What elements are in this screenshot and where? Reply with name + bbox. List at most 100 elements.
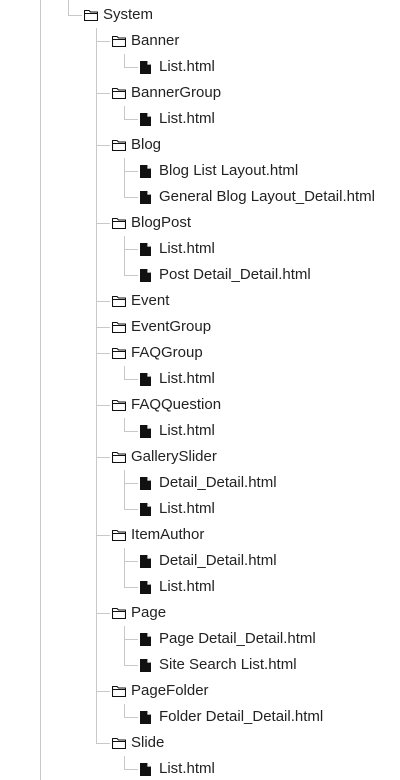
tree-guide-line bbox=[124, 626, 125, 666]
tree-guide-line bbox=[124, 561, 138, 562]
tree-file-label: Detail_Detail.html bbox=[159, 474, 277, 491]
tree-folder-label: Event bbox=[131, 292, 170, 309]
tree-file[interactable]: Detail_Detail.html bbox=[140, 470, 277, 496]
folder-icon bbox=[112, 295, 127, 308]
tree-folder[interactable]: BlogPost bbox=[112, 210, 191, 236]
tree-guide-line bbox=[68, 15, 82, 16]
tree-guide-line bbox=[40, 0, 41, 780]
file-icon bbox=[140, 372, 155, 386]
file-icon bbox=[140, 658, 155, 672]
tree-file-label: List.html bbox=[159, 422, 215, 439]
tree-guide-line bbox=[124, 379, 138, 380]
folder-icon bbox=[112, 347, 127, 360]
tree-file[interactable]: List.html bbox=[140, 418, 215, 444]
tree-file[interactable]: List.html bbox=[140, 756, 215, 780]
tree-folder-label: FAQQuestion bbox=[131, 396, 222, 413]
folder-icon bbox=[112, 139, 127, 152]
tree-guide-line bbox=[96, 41, 110, 42]
tree-folder[interactable]: PageFolder bbox=[112, 678, 209, 704]
file-icon bbox=[140, 762, 155, 776]
tree-guide-line bbox=[124, 704, 125, 718]
tree-file-label: Folder Detail_Detail.html bbox=[159, 708, 324, 725]
file-tree: System Banner List.html BannerGroup List.ht… bbox=[0, 0, 400, 780]
tree-file-label: List.html bbox=[159, 760, 215, 777]
tree-file[interactable]: List.html bbox=[140, 54, 215, 80]
folder-icon bbox=[112, 607, 127, 620]
tree-folder[interactable]: BannerGroup bbox=[112, 80, 221, 106]
tree-folder-label: Page bbox=[131, 604, 167, 621]
tree-guide-line bbox=[124, 366, 125, 380]
file-icon bbox=[140, 632, 155, 646]
file-icon bbox=[140, 476, 155, 490]
tree-guide-line bbox=[96, 613, 110, 614]
tree-guide-line bbox=[96, 301, 110, 302]
tree-guide-line bbox=[124, 67, 138, 68]
tree-guide-line bbox=[124, 249, 138, 250]
tree-folder[interactable]: FAQQuestion bbox=[112, 392, 221, 418]
tree-file-label: List.html bbox=[159, 110, 215, 127]
folder-icon bbox=[112, 321, 127, 334]
tree-guide-line bbox=[124, 639, 138, 640]
tree-file[interactable]: List.html bbox=[140, 236, 215, 262]
tree-file[interactable]: General Blog Layout_Detail.html bbox=[140, 184, 375, 210]
tree-file-label: Page Detail_Detail.html bbox=[159, 630, 316, 647]
tree-guide-line bbox=[124, 418, 125, 432]
tree-file[interactable]: Post Detail_Detail.html bbox=[140, 262, 311, 288]
tree-file[interactable]: Blog List Layout.html bbox=[140, 158, 298, 184]
tree-file-label: General Blog Layout_Detail.html bbox=[159, 188, 375, 205]
tree-guide-line bbox=[124, 119, 138, 120]
file-icon bbox=[140, 710, 155, 724]
tree-file-label: Detail_Detail.html bbox=[159, 552, 277, 569]
tree-root-folder[interactable]: System bbox=[84, 2, 153, 28]
tree-guide-line bbox=[124, 665, 138, 666]
tree-guide-line bbox=[124, 483, 138, 484]
tree-guide-line bbox=[124, 756, 125, 770]
file-icon bbox=[140, 112, 155, 126]
tree-folder[interactable]: Event bbox=[112, 288, 169, 314]
tree-guide-line bbox=[96, 327, 110, 328]
folder-icon bbox=[112, 451, 127, 464]
tree-file[interactable]: List.html bbox=[140, 106, 215, 132]
tree-folder[interactable]: Page bbox=[112, 600, 166, 626]
folder-icon bbox=[112, 35, 127, 48]
tree-guide-line bbox=[68, 0, 69, 16]
tree-folder-label: BlogPost bbox=[131, 214, 192, 231]
folder-icon bbox=[112, 529, 127, 542]
tree-guide-line bbox=[124, 197, 138, 198]
file-icon bbox=[140, 554, 155, 568]
tree-guide-line bbox=[124, 769, 138, 770]
file-icon bbox=[140, 502, 155, 516]
tree-folder-label: FAQGroup bbox=[131, 344, 203, 361]
tree-folder[interactable]: Blog bbox=[112, 132, 161, 158]
tree-file[interactable]: Site Search List.html bbox=[140, 652, 297, 678]
tree-folder[interactable]: EventGroup bbox=[112, 314, 211, 340]
tree-guide-line bbox=[124, 158, 125, 198]
tree-folder[interactable]: GallerySlider bbox=[112, 444, 217, 470]
tree-file-label: Blog List Layout.html bbox=[159, 162, 299, 179]
tree-guide-line bbox=[96, 743, 110, 744]
tree-file[interactable]: List.html bbox=[140, 496, 215, 522]
tree-guide-line bbox=[96, 145, 110, 146]
tree-file[interactable]: Folder Detail_Detail.html bbox=[140, 704, 323, 730]
folder-icon bbox=[112, 217, 127, 230]
tree-guide-line bbox=[124, 54, 125, 68]
tree-file[interactable]: List.html bbox=[140, 574, 215, 600]
file-icon bbox=[140, 164, 155, 178]
tree-file-label: List.html bbox=[159, 58, 215, 75]
tree-guide-line bbox=[124, 275, 138, 276]
tree-file[interactable]: List.html bbox=[140, 366, 215, 392]
file-icon bbox=[140, 242, 155, 256]
tree-file[interactable]: Detail_Detail.html bbox=[140, 548, 277, 574]
tree-guide-line bbox=[96, 223, 110, 224]
tree-folder-label: Slide bbox=[131, 734, 165, 751]
tree-folder[interactable]: Banner bbox=[112, 28, 179, 54]
tree-guide-line bbox=[124, 236, 125, 276]
tree-guide-line bbox=[96, 353, 110, 354]
tree-guide-line bbox=[96, 691, 110, 692]
tree-folder[interactable]: FAQGroup bbox=[112, 340, 203, 366]
tree-folder[interactable]: Slide bbox=[112, 730, 164, 756]
tree-file[interactable]: Page Detail_Detail.html bbox=[140, 626, 316, 652]
tree-file-label: List.html bbox=[159, 370, 215, 387]
folder-icon bbox=[112, 685, 127, 698]
tree-folder[interactable]: ItemAuthor bbox=[112, 522, 204, 548]
